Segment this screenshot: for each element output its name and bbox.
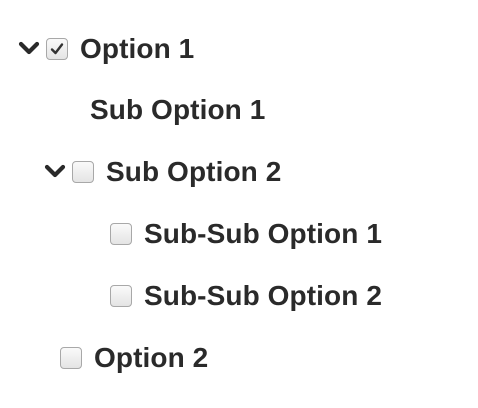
option-2-checkbox[interactable] — [60, 347, 82, 369]
tree-node-option-2[interactable]: Option 2 — [60, 338, 208, 378]
sub-option-1-label: Sub Option 1 — [90, 94, 266, 125]
sub-sub-option-1-label: Sub-Sub Option 1 — [144, 218, 383, 249]
tree-node-sub-option-2[interactable]: Sub Option 2 — [42, 152, 281, 192]
chevron-down-icon[interactable] — [42, 159, 68, 185]
chevron-down-icon[interactable] — [16, 36, 42, 62]
checkmark-icon — [50, 43, 64, 55]
sub-option-2-checkbox[interactable] — [72, 161, 94, 183]
tree-node-sub-sub-option-1[interactable]: Sub-Sub Option 1 — [110, 214, 382, 254]
option-2-label: Option 2 — [94, 342, 209, 373]
sub-sub-option-2-checkbox[interactable] — [110, 285, 132, 307]
tree-node-sub-option-1[interactable]: Sub Option 1 — [90, 90, 265, 130]
tree-node-sub-sub-option-2[interactable]: Sub-Sub Option 2 — [110, 276, 382, 316]
tree-node-option-1[interactable]: Option 1 — [16, 29, 194, 69]
tree-view: Option 1 Sub Option 1 Sub Option 2 Sub-S… — [0, 0, 478, 408]
sub-sub-option-2-label: Sub-Sub Option 2 — [144, 280, 383, 311]
option-1-checkbox[interactable] — [46, 38, 68, 60]
sub-sub-option-1-checkbox[interactable] — [110, 223, 132, 245]
option-1-label: Option 1 — [80, 33, 195, 64]
sub-option-2-label: Sub Option 2 — [106, 156, 282, 187]
